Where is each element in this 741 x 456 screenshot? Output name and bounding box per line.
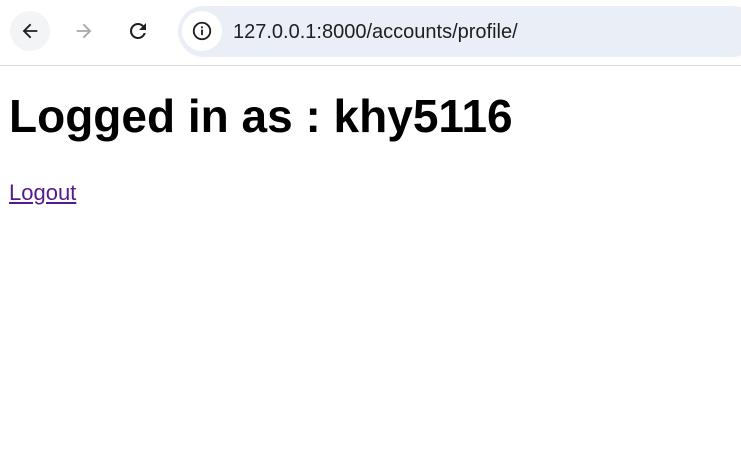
forward-button[interactable] [64, 11, 104, 51]
forward-arrow-icon [76, 23, 92, 39]
page-content: Logged in as : khy5116 Logout [0, 67, 741, 456]
back-arrow-icon [22, 23, 38, 39]
browser-toolbar: 127.0.0.1:8000/accounts/profile/ [0, 0, 741, 66]
info-icon [192, 21, 212, 41]
logout-link[interactable]: Logout [9, 180, 76, 206]
address-bar[interactable]: 127.0.0.1:8000/accounts/profile/ [178, 6, 741, 57]
site-info-button[interactable] [182, 11, 222, 51]
reload-icon [130, 23, 146, 39]
url-text[interactable]: 127.0.0.1:8000/accounts/profile/ [233, 20, 518, 44]
reload-button[interactable] [118, 11, 158, 51]
page-title: Logged in as : khy5116 [9, 90, 513, 142]
back-button[interactable] [10, 11, 50, 51]
